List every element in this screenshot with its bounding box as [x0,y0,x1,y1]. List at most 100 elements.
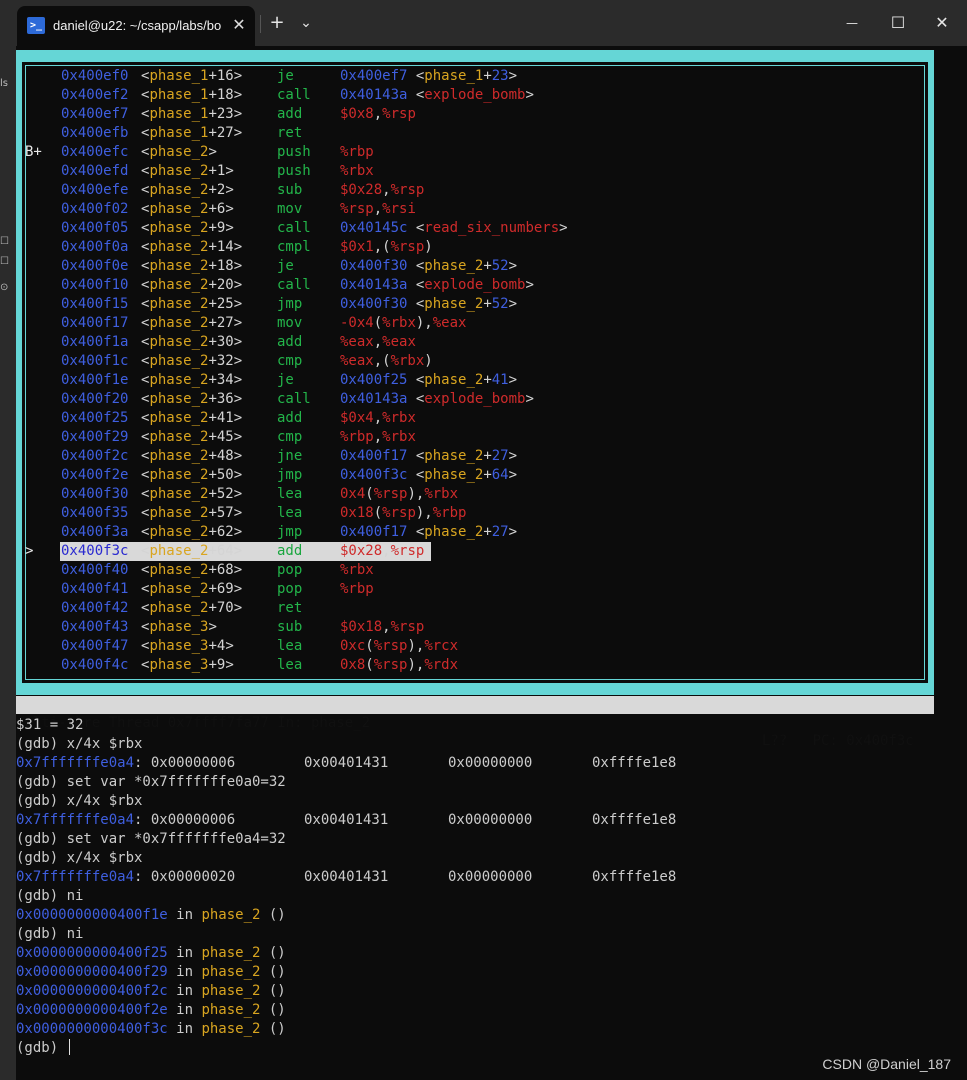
mnemonic: jmp [277,524,303,540]
function-offset: +70 [208,600,234,616]
operand-token: %rcx [424,638,459,654]
instruction-address: 0x400f40 [61,562,129,578]
tab-title: daniel@u22: ~/csapp/labs/bo [53,18,222,33]
instruction-address: 0x400f4c [61,657,129,673]
output-line: (gdb) x/4x $rbx [16,849,950,868]
operand-token: , [373,410,383,426]
operand-token: > [508,372,518,388]
operand-token: ), [415,505,433,521]
step-parens: () [260,1021,286,1037]
gdb-command-output: $31 = 32 (gdb) x/4x $rbx 0x7fffffffe0a4: 0… [16,716,950,1058]
operand-token: %rsp [390,619,425,635]
function-name: phase_2 [149,429,209,445]
close-tab-icon[interactable]: ✕ [229,15,249,35]
step-address: 0x0000000000400f2c [16,983,168,999]
instruction-symbol: <phase_2+62> [141,524,243,540]
operand-token: , [382,543,391,559]
operands: 0x400f17 <phase_2+27> [340,447,517,466]
background-glyph: ☐ [0,256,9,267]
terminal-tab[interactable]: >_ daniel@u22: ~/csapp/labs/bo ✕ [17,6,255,46]
pc-marker: > [25,543,34,559]
minimize-button[interactable]: — [838,10,866,36]
function-offset: +20 [208,277,234,293]
memory-address: 0x7fffffffe0a4 [16,755,135,771]
instruction-symbol: <phase_2+30> [141,334,243,350]
instruction-address: 0x400f35 [61,505,129,521]
instruction-symbol: <phase_1+23> [141,106,243,122]
operand-token: %rsp [340,201,374,217]
mnemonic: add [277,334,303,350]
operand-token: > [525,87,534,103]
close-window-button[interactable]: ✕ [928,10,956,36]
gdb-prompt: (gdb) [16,1040,67,1056]
step-function: phase_2 [201,945,261,961]
operand-token: ,( [373,239,391,255]
operands: 0xc(%rsp),%rcx [340,637,458,656]
watermark: CSDN @Daniel_187 [822,1056,951,1072]
function-name: phase_2 [149,239,209,255]
function-offset: +36 [208,391,234,407]
operands: 0x8(%rsp),%rdx [340,656,458,675]
function-name: phase_1 [149,68,209,84]
mnemonic: call [277,87,311,103]
function-offset: +9 [208,657,226,673]
function-name: phase_2 [149,144,209,160]
tab-dropdown-icon[interactable]: ⌄ [296,10,316,36]
operands: 0x400ef7 <phase_1+23> [340,67,517,86]
function-name: phase_1 [149,106,209,122]
operands: 0x4(%rsp),%rbx [340,485,458,504]
instruction-address: 0x400f05 [61,220,129,236]
operand-token: ), [407,657,425,673]
output-text: (gdb) x/4x $rbx [16,850,143,866]
function-offset: +41 [208,410,234,426]
instruction-address: 0x400f47 [61,638,129,654]
operand-token: ( [365,486,374,502]
maximize-button[interactable]: ☐ [884,10,912,36]
operand-token: %rsp [390,239,425,255]
operand-token: 41 [491,372,509,388]
function-name: phase_2 [149,182,209,198]
operand-token: > [508,68,518,84]
function-name: phase_2 [149,163,209,179]
output-line: (gdb) x/4x $rbx [16,792,950,811]
instruction-symbol: <phase_2+50> [141,467,243,483]
operand-token: %rsp [382,106,416,122]
memory-word: 0x00000006 [150,755,236,771]
terminal-body[interactable]: 0x400ef0 <phase_1+16> je 0x400ef7 <phase_1+… [16,46,950,1080]
instruction-address: 0x400ef2 [61,87,129,103]
mnemonic: lea [277,638,303,654]
function-name: phase_2 [149,353,209,369]
step-location-line: 0x0000000000400f29 in phase_2 () [16,963,950,982]
function-name: phase_2 [149,524,209,540]
output-line: $31 = 32 [16,716,950,735]
gdb-prompt-line[interactable]: (gdb) [16,1039,950,1058]
operands: $0x4,%rbx [340,409,416,428]
step-in-word: in [167,907,202,923]
operands: %eax,(%rbx) [340,352,433,371]
function-name: phase_2 [149,315,209,331]
instruction-symbol: <phase_2+36> [141,391,243,407]
mnemonic: call [277,277,311,293]
instruction-address: 0x400f30 [61,486,129,502]
operands: 0x40143a <explode_bomb> [340,390,534,409]
operand-token: %rsp [390,543,425,559]
powershell-icon: >_ [27,17,45,34]
mnemonic: add [277,410,303,426]
operand-token: $0x28 [340,182,383,198]
mnemonic: je [277,68,294,84]
mnemonic: lea [277,505,303,521]
operands: $0x1,(%rsp) [340,238,433,257]
output-text: (gdb) x/4x $rbx [16,736,143,752]
instruction-address: 0x400f43 [61,619,129,635]
instruction-address: 0x400f42 [61,600,129,616]
mnemonic: jmp [277,467,303,483]
terminal-scrollbar[interactable] [952,46,964,1080]
operand-token: + [483,68,492,84]
mnemonic: cmp [277,353,303,369]
instruction-symbol: <phase_2+14> [141,239,243,255]
new-tab-button[interactable]: + [266,10,288,36]
mnemonic: sub [277,182,303,198]
operand-token: %rbx [382,429,416,445]
step-address: 0x0000000000400f2e [16,1002,168,1018]
operand-token: explode_bomb [424,391,526,407]
